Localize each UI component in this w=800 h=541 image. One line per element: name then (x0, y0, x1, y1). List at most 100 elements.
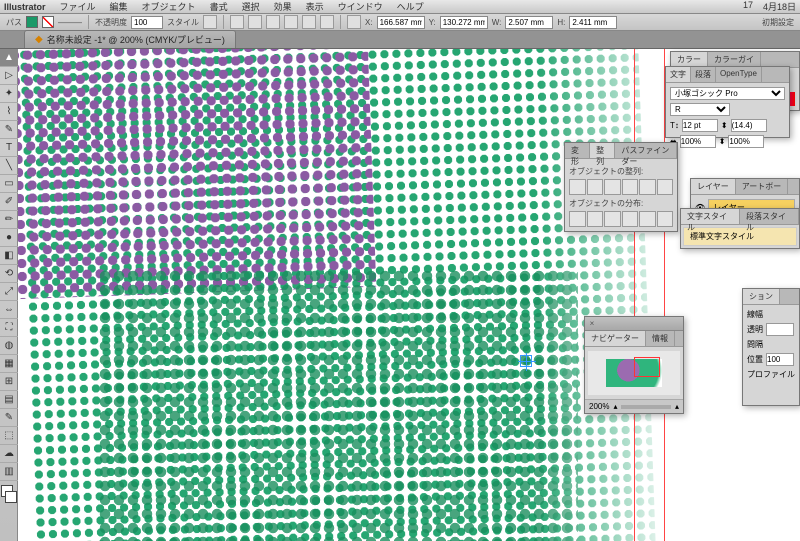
menu-select[interactable]: 選択 (242, 0, 260, 13)
fill-swatch[interactable] (26, 16, 38, 28)
style-item[interactable]: 標準文字スタイル (683, 227, 797, 246)
perspective-tool[interactable]: ▦ (0, 355, 18, 373)
menu-effect[interactable]: 効果 (274, 0, 292, 13)
tab-char[interactable]: 文字 (666, 67, 691, 82)
y-input[interactable] (440, 16, 488, 29)
free-transform-tool[interactable]: ⛶ (0, 319, 18, 337)
symbol-tool[interactable]: ☁ (0, 445, 18, 463)
menu-file[interactable]: ファイル (60, 0, 96, 13)
eyedropper-tool[interactable]: ✎ (0, 409, 18, 427)
w-input[interactable] (505, 16, 553, 29)
distribute-button[interactable] (604, 211, 621, 227)
zoom-in-icon[interactable]: ▴ (675, 402, 679, 411)
font-weight-dropdown[interactable]: R (670, 103, 730, 116)
menu-object[interactable]: オブジェクト (142, 0, 196, 13)
rotate-tool[interactable]: ⟲ (0, 265, 18, 283)
navigator-thumbnail[interactable] (588, 351, 680, 395)
fill-stroke-swatches[interactable] (0, 485, 17, 509)
guide-vertical[interactable] (634, 49, 635, 541)
menu-help[interactable]: ヘルプ (397, 0, 424, 13)
brush-tool[interactable]: ✐ (0, 193, 18, 211)
align-icon[interactable] (320, 15, 334, 29)
scale-tool[interactable]: ⤢ (0, 283, 18, 301)
tab-opentype[interactable]: OpenType (716, 67, 762, 82)
align-icon[interactable] (284, 15, 298, 29)
direct-select-tool[interactable]: ▷ (0, 67, 18, 85)
tab-transform[interactable]: 変形 (565, 143, 590, 158)
gap-input[interactable] (766, 323, 794, 336)
v-input[interactable] (766, 353, 794, 366)
tab-color[interactable]: カラー (671, 52, 708, 67)
tab-artboards[interactable]: アートボー (736, 179, 789, 194)
align-icon[interactable] (302, 15, 316, 29)
blend-tool[interactable]: ⬚ (0, 427, 18, 445)
blob-tool[interactable]: ● (0, 229, 18, 247)
vscale-input[interactable] (728, 135, 764, 148)
toolbox: ▲ ▷ ✦ ⌇ ✎ T ╲ ▭ ✐ ✏ ● ◧ ⟲ ⤢ ⇔ ⛶ ◍ ▦ ⊞ ▤ … (0, 49, 18, 541)
locate-label: 位置 (747, 354, 763, 365)
eraser-tool[interactable]: ◧ (0, 247, 18, 265)
document-tab[interactable]: ◆ 名称未設定 -1* @ 200% (CMYK/プレビュー) (24, 30, 236, 48)
rectangle-tool[interactable]: ▭ (0, 175, 18, 193)
distribute-button[interactable] (639, 211, 656, 227)
tab-misc[interactable]: ション (743, 289, 780, 304)
style-label: スタイル (167, 17, 199, 28)
workspace-label[interactable]: 初期設定 (762, 18, 794, 27)
selection-anchor[interactable] (520, 355, 532, 367)
pen-tool[interactable]: ✎ (0, 121, 18, 139)
shape-builder-tool[interactable]: ◍ (0, 337, 18, 355)
x-input[interactable] (377, 16, 425, 29)
stroke-swatch[interactable] (42, 16, 54, 28)
distribute-button[interactable] (622, 211, 639, 227)
leading-input[interactable] (731, 119, 767, 132)
graph-tool[interactable]: ▥ (0, 463, 18, 481)
align-hcenter-button[interactable] (587, 179, 604, 195)
tab-char-style[interactable]: 文字スタイル (681, 209, 740, 224)
h-input[interactable] (569, 16, 617, 29)
zoom-out-icon[interactable]: ▴ (613, 402, 617, 411)
transform-icon[interactable] (347, 15, 361, 29)
gradient-tool[interactable]: ▤ (0, 391, 18, 409)
hscale-input[interactable] (680, 135, 716, 148)
menu-view[interactable]: 表示 (306, 0, 324, 13)
menu-edit[interactable]: 編集 (110, 0, 128, 13)
tab-color-guide[interactable]: カラーガイ (708, 52, 761, 67)
style-dropdown[interactable] (203, 15, 217, 29)
magic-wand-tool[interactable]: ✦ (0, 85, 18, 103)
zoom-slider[interactable] (621, 405, 671, 409)
align-top-button[interactable] (622, 179, 639, 195)
width-tool[interactable]: ⇔ (0, 301, 18, 319)
opacity-input[interactable] (131, 16, 163, 29)
align-icon[interactable] (266, 15, 280, 29)
tab-pathfinder[interactable]: パスファインダー (615, 143, 677, 158)
distribute-button[interactable] (587, 211, 604, 227)
tab-info[interactable]: 情報 (646, 331, 675, 346)
distribute-button[interactable] (657, 211, 674, 227)
align-icon[interactable] (230, 15, 244, 29)
pencil-tool[interactable]: ✏ (0, 211, 18, 229)
lasso-tool[interactable]: ⌇ (0, 103, 18, 121)
menu-window[interactable]: ウインドウ (338, 0, 383, 13)
tab-align[interactable]: 整列 (590, 143, 615, 158)
align-vcenter-button[interactable] (639, 179, 656, 195)
font-size-input[interactable] (682, 119, 718, 132)
selection-tool[interactable]: ▲ (0, 49, 18, 67)
align-bottom-button[interactable] (657, 179, 674, 195)
tab-para-style[interactable]: 段落スタイル (740, 209, 799, 224)
opacity-label: 透明 (747, 324, 763, 335)
align-left-button[interactable] (569, 179, 586, 195)
tab-navigator[interactable]: ナビゲーター (585, 331, 646, 346)
line-tool[interactable]: ╲ (0, 157, 18, 175)
type-tool[interactable]: T (0, 139, 18, 157)
menu-type[interactable]: 書式 (210, 0, 228, 13)
mesh-tool[interactable]: ⊞ (0, 373, 18, 391)
close-icon[interactable]: × (585, 319, 599, 328)
tab-layers[interactable]: レイヤー (691, 179, 736, 194)
path-label: パス (6, 17, 22, 28)
align-right-button[interactable] (604, 179, 621, 195)
tab-para[interactable]: 段落 (691, 67, 716, 82)
align-icon[interactable] (248, 15, 262, 29)
navigator-viewport[interactable] (634, 357, 660, 377)
font-family-dropdown[interactable]: 小塚ゴシック Pro (670, 87, 785, 100)
distribute-button[interactable] (569, 211, 586, 227)
